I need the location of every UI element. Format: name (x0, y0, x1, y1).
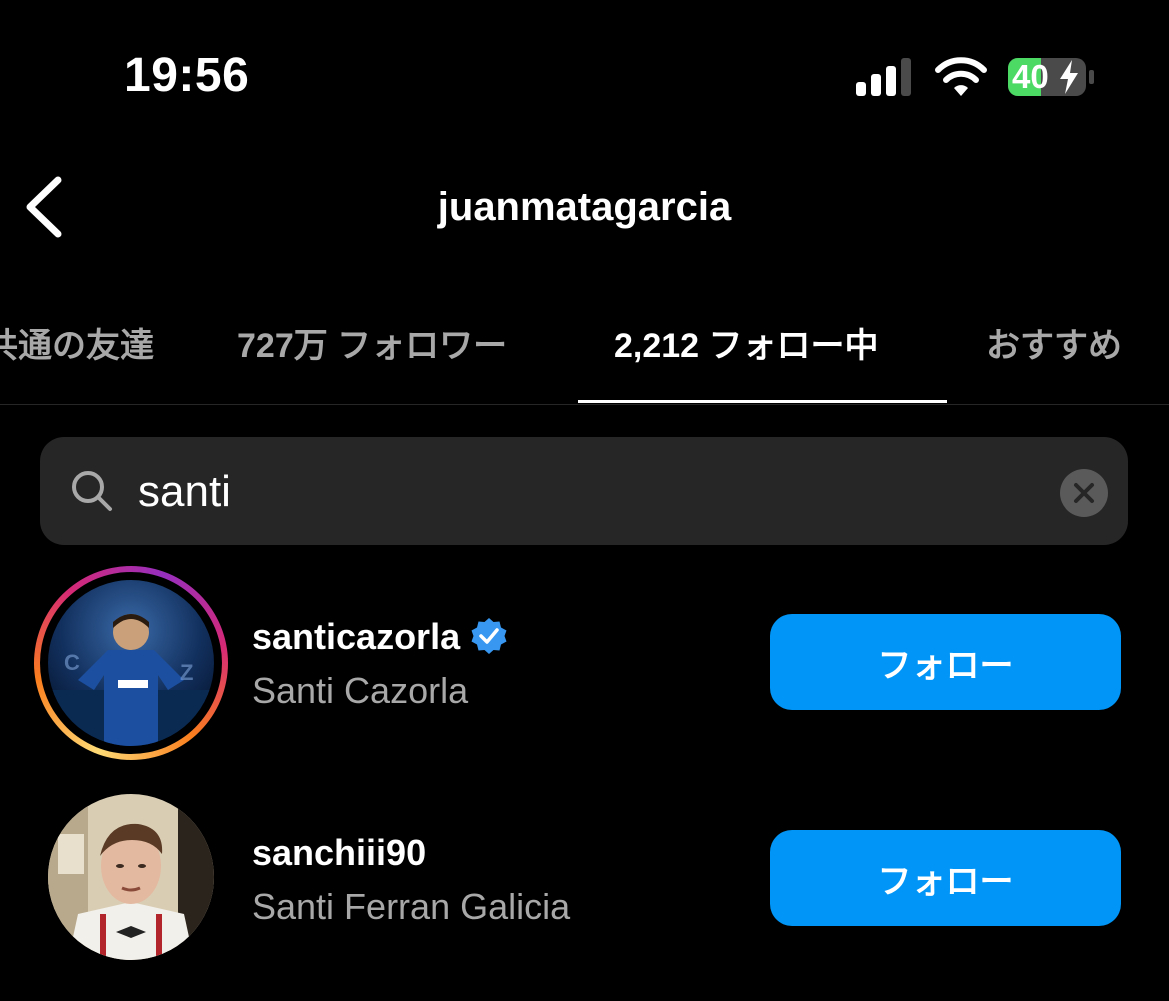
avatar[interactable]: C Z (48, 580, 214, 746)
result-username[interactable]: sanchiii90 (252, 832, 426, 874)
battery-level: 40 (1012, 58, 1049, 95)
tab-following[interactable]: 2,212 フォロー中 (614, 318, 879, 367)
result-full-name: Santi Cazorla (252, 670, 469, 711)
screen: 19:56 40 juanmatagarcia 共通の友達 727万 フォロワー… (0, 0, 1169, 1001)
list-item: sanchiii90 Santi Ferran Galicia フォロー (0, 780, 1169, 980)
avatar[interactable] (48, 794, 214, 960)
active-tab-indicator (578, 400, 947, 403)
search-input[interactable] (136, 457, 1020, 527)
clear-icon[interactable] (1060, 469, 1108, 517)
cellular-signal-icon (856, 58, 911, 96)
search-bar (40, 437, 1128, 545)
tab-followers[interactable]: 727万 フォロワー (237, 318, 507, 367)
follow-button[interactable]: フォロー (770, 614, 1121, 710)
profile-username-title: juanmatagarcia (437, 185, 732, 229)
svg-text:C: C (64, 650, 80, 675)
charging-bolt-icon (1060, 60, 1078, 94)
search-icon (72, 471, 112, 511)
wifi-icon (935, 57, 987, 96)
result-full-name: Santi Ferran Galicia (252, 886, 571, 927)
tab-mutual-friends[interactable]: 共通の友達 (0, 318, 154, 367)
svg-text:Z: Z (180, 660, 193, 685)
tab-suggested[interactable]: おすすめ (986, 318, 1122, 367)
follow-tabs: 共通の友達 727万 フォロワー 2,212 フォロー中 おすすめ (0, 300, 1169, 405)
status-time: 19:56 (124, 49, 250, 102)
result-username[interactable]: santicazorla (252, 616, 508, 658)
follow-button[interactable]: フォロー (770, 830, 1121, 926)
list-item: C Z santicazorla Santi Cazorla フォロー (0, 564, 1169, 764)
verified-badge-icon (471, 618, 507, 654)
